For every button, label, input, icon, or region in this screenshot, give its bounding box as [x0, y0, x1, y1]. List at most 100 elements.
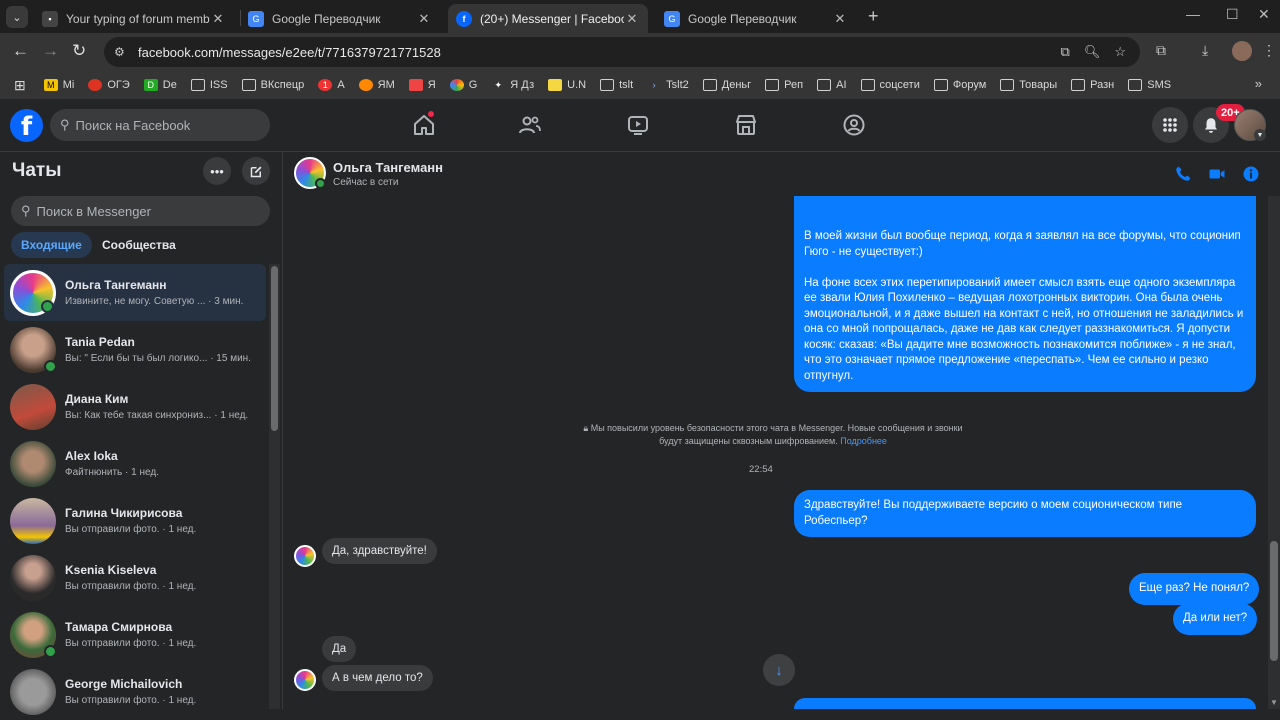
bookmark-folder[interactable]: SMS: [1128, 79, 1171, 91]
outgoing-message[interactable]: Здравствуйте! Вы поддерживаете версию о …: [794, 490, 1256, 537]
incoming-message[interactable]: Да, здравствуйте!: [322, 538, 437, 564]
bookmark-folder[interactable]: Форум: [933, 79, 986, 91]
maximize-icon[interactable]: ☐: [1226, 6, 1239, 23]
new-message-button[interactable]: [242, 157, 270, 185]
site-info-icon[interactable]: ⚙: [114, 45, 132, 59]
bookmark-folder[interactable]: Разн: [1071, 79, 1114, 91]
scroll-down-arrow-icon[interactable]: ▼: [1270, 698, 1278, 707]
bookmark-item[interactable]: › Tslt2: [647, 79, 689, 91]
zoom-icon[interactable]: 🔍︎: [1084, 44, 1101, 60]
chat-options-button[interactable]: •••: [203, 157, 231, 185]
menu-grid-button[interactable]: [1152, 107, 1188, 143]
sidebar-scrollbar[interactable]: [269, 264, 280, 709]
marketplace-icon[interactable]: [734, 113, 758, 137]
url-text[interactable]: facebook.com/messages/e2ee/t/77163797217…: [138, 45, 1061, 60]
bookmark-item[interactable]: Я: [408, 79, 436, 91]
bookmark-folder[interactable]: Реп: [765, 79, 803, 91]
bookmark-item[interactable]: D De: [143, 79, 177, 91]
messenger-search-input[interactable]: ⚲ Поиск в Messenger: [11, 196, 270, 226]
browser-tab[interactable]: G Google Переводчик ✕: [240, 4, 440, 33]
bookmarks-overflow-icon[interactable]: »: [1255, 76, 1262, 91]
incoming-message[interactable]: Да: [322, 636, 357, 662]
bookmark-folder[interactable]: Товары: [1000, 79, 1057, 91]
bookmark-item[interactable]: 1А: [318, 79, 345, 91]
conversation-scrollbar[interactable]: ▼: [1268, 196, 1280, 709]
tab-communities[interactable]: Сообщества: [92, 232, 186, 258]
outgoing-message[interactable]: В моей жизни был вообще период, когда я …: [794, 196, 1256, 392]
phone-icon[interactable]: [1174, 165, 1192, 183]
scrollbar-thumb[interactable]: [271, 266, 278, 431]
bookmark-item[interactable]: U.N: [548, 79, 586, 91]
tab-inbox[interactable]: Входящие: [11, 232, 92, 258]
browser-tab[interactable]: G Google Переводчик ✕: [656, 4, 856, 33]
facebook-logo-icon[interactable]: f: [10, 109, 43, 142]
chat-name: Ksenia Kiseleva: [65, 563, 157, 577]
chat-list-item[interactable]: Галина Чикирисова Вы отправили фото. · 1 …: [4, 492, 266, 549]
tab-search-button[interactable]: ⌄: [6, 6, 28, 28]
chat-list-item[interactable]: Тамара Смирнова Вы отправили фото. · 1 не…: [4, 606, 266, 663]
bookmark-item[interactable]: ЯМ: [358, 79, 395, 91]
scroll-to-bottom-button[interactable]: ↓: [763, 654, 795, 686]
chevron-down-icon[interactable]: ▼: [1254, 129, 1266, 141]
facebook-search-input[interactable]: ⚲ Поиск на Facebook: [50, 109, 270, 141]
scrollbar-thumb[interactable]: [1270, 541, 1278, 661]
chat-list-item[interactable]: Диана Ким Вы: Как тебе такая синхрониз...…: [4, 378, 266, 435]
outgoing-message[interactable]: Еще раз? Не понял?: [1129, 573, 1260, 605]
forward-icon[interactable]: →: [42, 41, 59, 61]
bookmark-folder[interactable]: соцсети: [860, 79, 920, 91]
search-placeholder: Поиск на Facebook: [75, 117, 191, 133]
video-call-icon[interactable]: [1208, 165, 1226, 183]
contact-avatar-small: [294, 545, 316, 567]
close-window-icon[interactable]: ✕: [1258, 6, 1270, 23]
reload-icon[interactable]: ↻: [72, 41, 86, 61]
bookmark-item[interactable]: M Mi: [43, 79, 75, 91]
close-tab-icon[interactable]: ✕: [416, 11, 432, 27]
chat-list-item[interactable]: George Michailovich Вы отправили фото. · …: [4, 663, 266, 720]
bookmark-item[interactable]: ОГЭ: [88, 79, 130, 91]
search-icon: ⚲: [21, 203, 31, 218]
video-icon[interactable]: [626, 113, 650, 137]
back-icon[interactable]: ←: [12, 41, 29, 61]
bookmark-folder[interactable]: tslt: [600, 79, 633, 91]
install-app-icon[interactable]: ⧉: [1061, 44, 1070, 60]
contact-name[interactable]: Ольга Тангеманн: [333, 160, 443, 175]
downloads-icon[interactable]: ⤓: [1202, 42, 1208, 59]
outgoing-message[interactable]: Да или нет?: [1173, 603, 1258, 635]
profile-avatar[interactable]: [1232, 41, 1252, 61]
new-tab-button[interactable]: +: [868, 6, 879, 27]
incoming-message[interactable]: А в чем дело то?: [322, 665, 433, 691]
address-bar[interactable]: ⚙ facebook.com/messages/e2ee/t/771637972…: [104, 37, 1140, 67]
apps-icon[interactable]: ⊞: [14, 77, 26, 94]
chat-list-item[interactable]: Ольга Тангеманн Извините, не могу. Совету…: [4, 264, 266, 321]
close-tab-icon[interactable]: ✕: [832, 11, 848, 27]
bookmark-folder[interactable]: Деньг: [702, 79, 751, 91]
bookmark-label: ВКспецр: [260, 79, 305, 91]
minimize-icon[interactable]: —: [1186, 6, 1200, 22]
avatar: [10, 611, 57, 658]
bookmarks-bar: ⊞ M Mi ОГЭ D De ISS ВКспецр 1А ЯМ Я G ✦ Я Д…: [0, 71, 1280, 99]
info-icon[interactable]: [1242, 165, 1260, 183]
browser-tab[interactable]: ▪ Your typing of forum members ✕: [34, 4, 234, 33]
encryption-text: Мы повысили уровень безопасности этого ч…: [590, 423, 963, 446]
bookmark-star-icon[interactable]: ☆: [1114, 44, 1126, 60]
bookmark-item[interactable]: ✦ Я Дз: [491, 79, 535, 91]
chat-list-item[interactable]: Ksenia Kiseleva Вы отправили фото. · 1 не…: [4, 549, 266, 606]
learn-more-link[interactable]: Подробнее: [840, 436, 887, 446]
bookmark-label: Mi: [62, 79, 75, 91]
browser-menu-icon[interactable]: ⋮: [1262, 42, 1276, 59]
bookmark-item[interactable]: G: [449, 79, 477, 91]
chat-list-item[interactable]: Alex Ioka Файтнюнить · 1 нед.: [4, 435, 266, 492]
browser-tab-active[interactable]: f (20+) Messenger | Facebook ✕: [448, 4, 648, 33]
bookmark-folder[interactable]: ISS: [190, 79, 228, 91]
browser-toolbar: ← → ↻ ⚙ facebook.com/messages/e2ee/t/771…: [0, 33, 1280, 71]
bookmark-folder[interactable]: ВКспецр: [241, 79, 305, 91]
bookmark-label: AI: [836, 79, 847, 91]
groups-icon[interactable]: [842, 113, 866, 137]
bookmark-folder[interactable]: AI: [817, 79, 847, 91]
friends-icon[interactable]: [518, 113, 542, 137]
chat-list-item[interactable]: Tania Pedan Вы: " Если бы ты был логико..…: [4, 321, 266, 378]
extensions-icon[interactable]: ⧉: [1156, 42, 1166, 59]
close-tab-icon[interactable]: ✕: [624, 11, 640, 27]
outgoing-message-partial[interactable]: [794, 698, 1256, 709]
close-tab-icon[interactable]: ✕: [210, 11, 226, 27]
